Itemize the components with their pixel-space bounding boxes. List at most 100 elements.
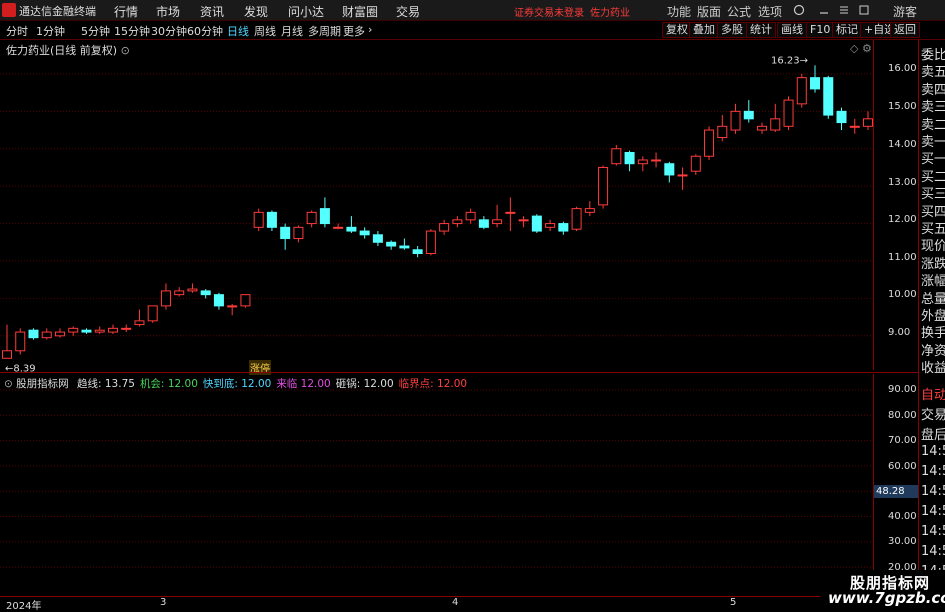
options-button[interactable]: 选项 (758, 3, 782, 20)
price-tick: 11.00 (888, 252, 917, 263)
candle-down (200, 290, 211, 296)
menu-wealth[interactable]: 财富圈 (342, 3, 378, 20)
side-panel-label: 换手 (921, 326, 945, 342)
side-panel-label: 买二 (921, 169, 945, 185)
period-more[interactable]: 更多 (343, 23, 365, 39)
period-60min[interactable]: 60分钟 (187, 23, 223, 39)
login-notice[interactable]: 证券交易未登录 (514, 4, 584, 19)
formula-button[interactable]: 公式 (727, 3, 751, 20)
price-tick: 14.00 (888, 139, 917, 150)
candle-up (452, 219, 463, 225)
candle-up (571, 208, 582, 230)
price-tick: 15.00 (888, 101, 917, 112)
period-daily[interactable]: 日线 (227, 23, 249, 39)
price-tick: 10.00 (888, 289, 917, 300)
candle-up (293, 226, 304, 240)
candle-up (439, 223, 450, 232)
layout-button[interactable]: 版面 (697, 3, 721, 20)
watermark-url: www.7gpzb.com (828, 589, 945, 607)
candle-up (1, 350, 13, 359)
indicator-tick: 60.00 (888, 461, 917, 472)
date-label: 4 (452, 597, 459, 608)
menu-bar: 通达信金融终端 行情 市场 资讯 发现 问小达 财富圈 交易 证券交易未登录 佐… (0, 0, 945, 21)
side-panel-label: 买四 (921, 204, 945, 220)
minimize-icon[interactable] (818, 4, 830, 16)
candlestick-chart[interactable]: 16.23→ ←8.39 (0, 40, 873, 372)
period-monthly[interactable]: 月线 (281, 23, 303, 39)
candle-down (810, 77, 821, 90)
side-panel-lower-label: 盘后 (921, 428, 945, 443)
candle-up (174, 290, 185, 296)
tool-back[interactable]: 返回 (890, 22, 920, 38)
menu-market[interactable]: 市场 (156, 3, 180, 20)
period-intraday[interactable]: 分时 (6, 23, 28, 39)
side-panel-lower-label[interactable]: 自动 (921, 384, 945, 403)
candle-up (187, 288, 198, 292)
min-price-label: ←8.39 (5, 364, 36, 372)
function-button[interactable]: 功能 (667, 3, 691, 20)
maximize-icon[interactable] (858, 4, 870, 16)
date-label: 5 (730, 597, 737, 608)
price-tick: 12.00 (888, 214, 917, 225)
menu-ask[interactable]: 问小达 (288, 3, 324, 20)
candle-up (333, 226, 344, 229)
quote-side-panel: 委比 卖五 卖四 卖三 卖二 卖一 买一 买二 买三 买四 买五 现价 涨跌 涨幅 总量 外盘 换手 净资 收益 自动… (918, 40, 945, 609)
indicator-tick: 30.00 (888, 536, 917, 547)
indicator-tick: 90.00 (888, 384, 917, 395)
candle-down (81, 329, 92, 333)
price-tick: 16.00 (888, 63, 917, 74)
candle-down (624, 151, 635, 165)
candle-up (227, 305, 238, 308)
candle-down (266, 211, 277, 228)
period-weekly[interactable]: 周线 (254, 23, 276, 39)
side-panel-label: 买五 (921, 222, 945, 237)
candle-up (518, 219, 529, 222)
candle-down (412, 249, 423, 255)
headset-icon[interactable] (793, 4, 805, 16)
side-panel-label: 卖二 (921, 117, 945, 133)
side-panel-label: 净资 (921, 343, 945, 359)
tool-multi-stock[interactable]: 多股 (717, 22, 747, 38)
candle-up (584, 208, 595, 213)
menu-trade[interactable]: 交易 (396, 3, 420, 20)
period-5min[interactable]: 5分钟 (81, 23, 110, 39)
side-panel-label: 卖四 (921, 82, 945, 98)
tool-f10[interactable]: F10 (806, 22, 835, 38)
candle-down (319, 208, 330, 225)
candle-down (346, 226, 357, 232)
menu-icon[interactable] (838, 4, 850, 16)
tool-adjust[interactable]: 复权 (662, 22, 692, 38)
tool-mark[interactable]: 标记 (832, 22, 862, 38)
period-15min[interactable]: 15分钟 (114, 23, 150, 39)
side-panel-label: 卖三 (921, 100, 945, 116)
tool-overlay[interactable]: 叠加 (689, 22, 719, 38)
date-axis: 2024年 3 4 5 (0, 596, 918, 612)
period-1min[interactable]: 1分钟 (36, 23, 65, 39)
menu-news[interactable]: 资讯 (200, 3, 224, 20)
menu-quotes[interactable]: 行情 (114, 3, 138, 20)
user-guest[interactable]: 游客 (893, 3, 917, 20)
candle-down (280, 226, 291, 240)
indicator-tick: 70.00 (888, 435, 917, 446)
indicator-chart[interactable] (0, 373, 873, 595)
side-panel-lower-label: 14:56 (921, 524, 945, 539)
price-axis: 16.00 15.00 14.00 13.00 12.00 11.00 10.0… (873, 40, 918, 370)
candle-down (386, 241, 397, 247)
period-multi[interactable]: 多周期 (308, 23, 341, 39)
menu-discover[interactable]: 发现 (244, 3, 268, 20)
candle-up (15, 331, 26, 352)
chevron-right-icon[interactable]: › (368, 23, 372, 36)
tool-statistics[interactable]: 统计 (746, 22, 776, 38)
side-panel-lower-label: 交易 (921, 408, 945, 423)
candle-up (545, 223, 556, 228)
candle-up (306, 211, 317, 225)
candle-down (558, 223, 569, 232)
period-30min[interactable]: 30分钟 (151, 23, 187, 39)
candle-up (107, 327, 118, 333)
candle-up (121, 327, 132, 330)
app-title: 通达信金融终端 (19, 5, 96, 18)
app-logo-icon (2, 3, 16, 17)
candle-up (757, 125, 768, 131)
price-tick: 9.00 (888, 327, 911, 338)
tool-draw-line[interactable]: 画线 (777, 22, 807, 38)
